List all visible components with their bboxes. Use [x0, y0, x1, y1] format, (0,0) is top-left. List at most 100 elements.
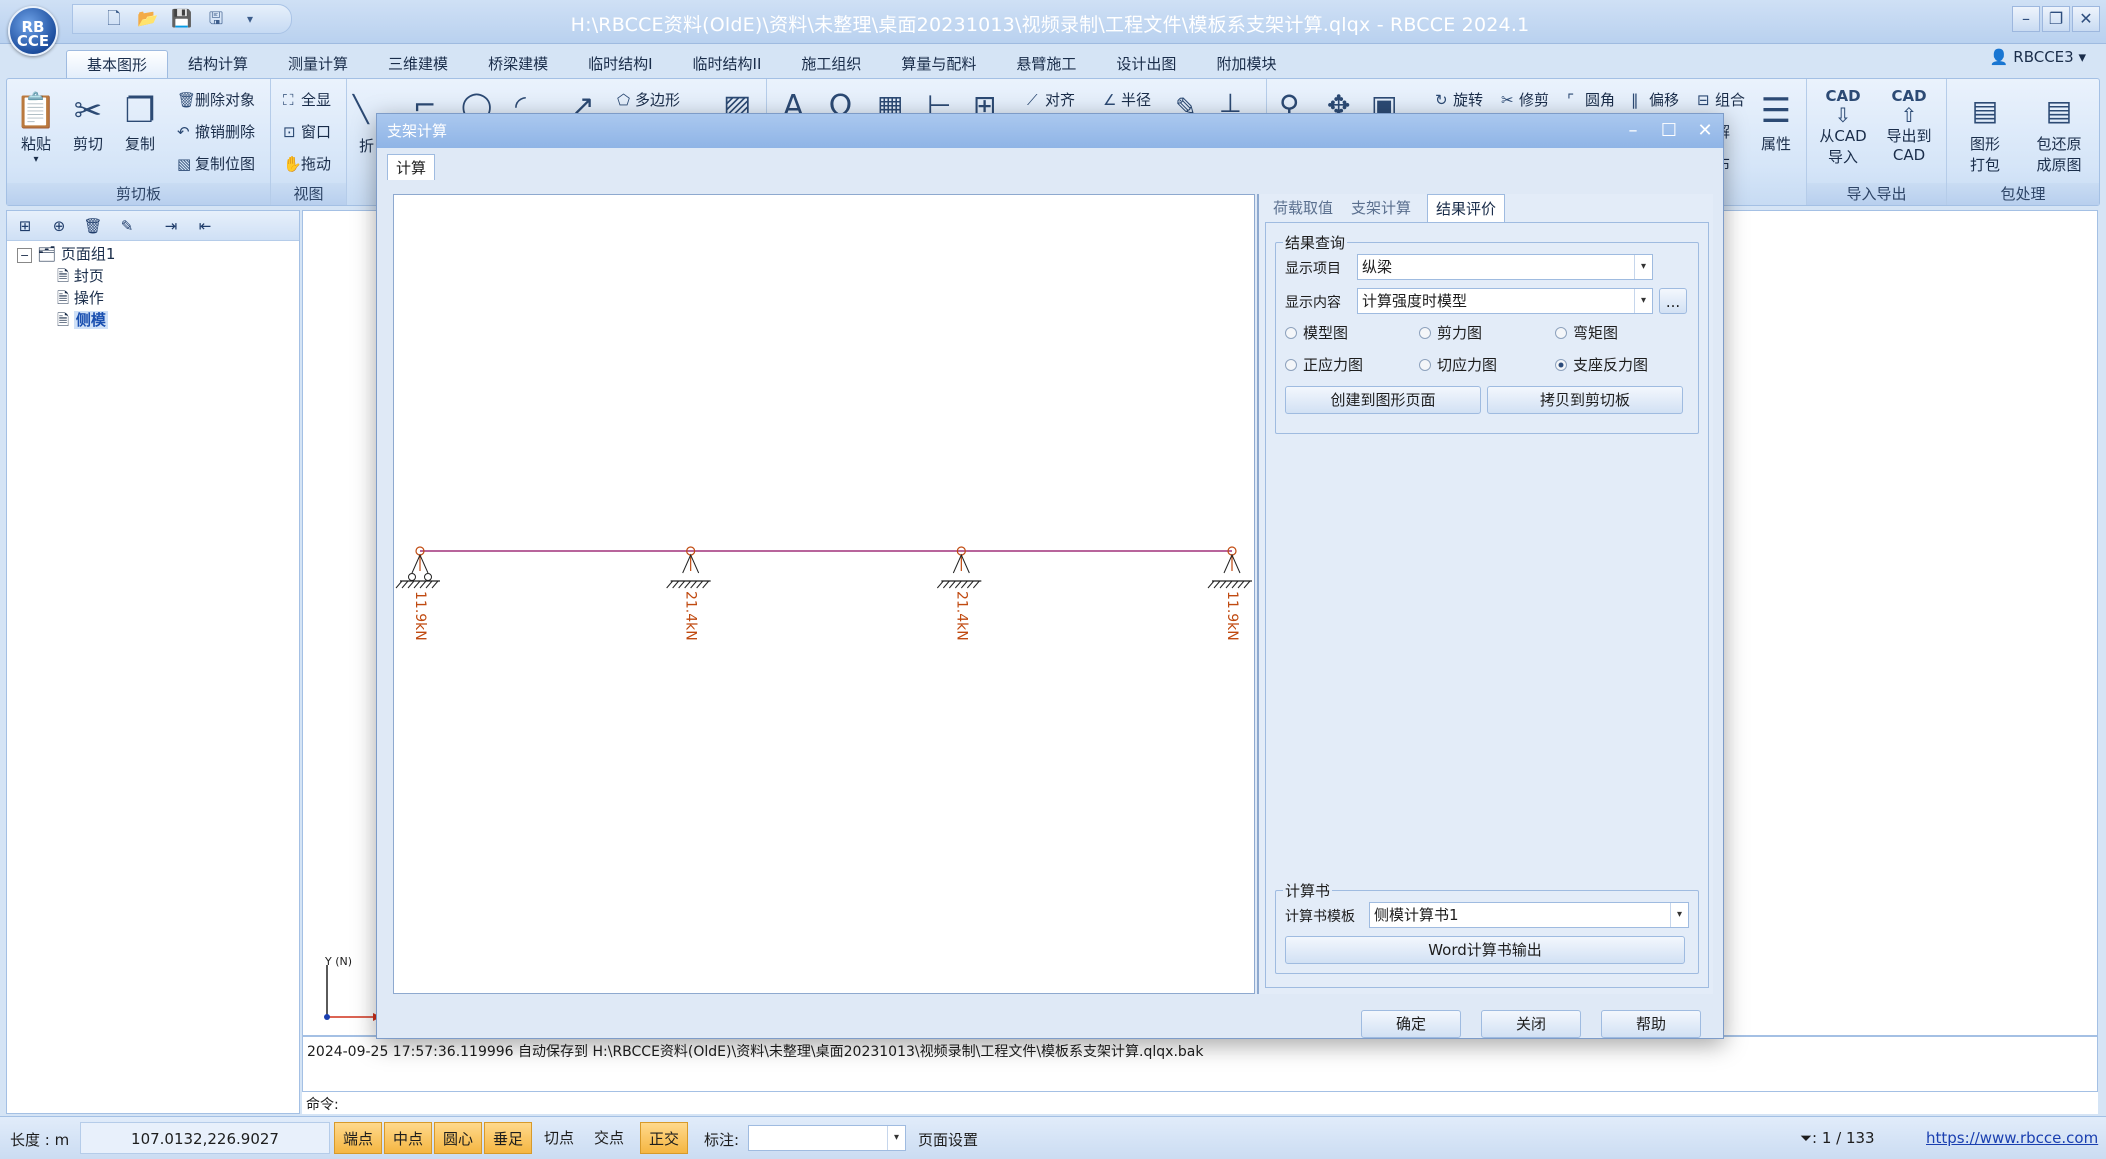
- delete-object-button[interactable]: 🗑删除对象: [177, 89, 255, 110]
- tab-addons[interactable]: 附加模块: [1196, 50, 1296, 78]
- zoom-window-button[interactable]: ⊡ 窗口: [283, 121, 331, 142]
- filter-icon: ⏷: [1800, 1129, 1813, 1147]
- radio-normal-stress[interactable]: 正应力图: [1285, 354, 1363, 375]
- tab-survey-calc[interactable]: 测量计算: [268, 50, 368, 78]
- snap-perpendicular[interactable]: 垂足: [484, 1122, 533, 1154]
- word-export-button[interactable]: Word计算书输出: [1285, 936, 1685, 964]
- tab-structure-calc[interactable]: 结构计算: [168, 50, 268, 78]
- tab-calculation[interactable]: 计算: [387, 154, 436, 180]
- align-button[interactable]: ⟋ 对齐: [1027, 89, 1075, 110]
- app-logo[interactable]: RB CCE: [8, 6, 58, 56]
- fillet-button[interactable]: ⌜ 圆角: [1567, 89, 1615, 110]
- close-button[interactable]: 关闭: [1481, 1010, 1581, 1038]
- rotate-button[interactable]: ↻ 旋转: [1435, 89, 1483, 110]
- zoom-full-button[interactable]: ⛶ 全显: [283, 89, 331, 110]
- paste-label: 粘贴: [20, 135, 51, 153]
- dialog-close-icon[interactable]: ✕: [1691, 118, 1719, 144]
- create-page-button[interactable]: 创建到图形页面: [1285, 386, 1481, 414]
- minimize-icon[interactable]: –: [2012, 6, 2040, 32]
- display-item-select[interactable]: 纵梁 ▾: [1357, 254, 1653, 280]
- command-line[interactable]: 命令:: [302, 1092, 2098, 1114]
- restore-package-button[interactable]: ▤ 包还原 成原图: [2023, 89, 2095, 175]
- undo-delete-button[interactable]: ↶ 撤销删除: [177, 121, 255, 142]
- properties-button[interactable]: ☰ 属性: [1751, 89, 1801, 154]
- result-canvas[interactable]: 11.9kN 21.4kN 21.4kN 11.9kN: [393, 194, 1255, 994]
- open-folder-icon[interactable]: 📂: [137, 8, 159, 30]
- new-file-icon[interactable]: 🗋: [103, 8, 125, 30]
- outdent-icon[interactable]: ⇤: [195, 216, 215, 236]
- trim-button[interactable]: ✂ 修剪: [1501, 89, 1549, 110]
- zoom-full-label: 全显: [301, 91, 332, 109]
- tree-item-side-form[interactable]: 🗎 侧模: [57, 309, 108, 335]
- ground-hatch: [672, 580, 680, 589]
- user-account[interactable]: 👤 RBCCE3 ▾: [1990, 48, 2086, 66]
- tab-construction-org[interactable]: 施工组织: [781, 50, 881, 78]
- tab-load-values[interactable]: 荷载取值: [1273, 194, 1333, 222]
- ok-button[interactable]: 确定: [1361, 1010, 1461, 1038]
- display-content-select[interactable]: 计算强度时模型 ▾: [1357, 288, 1653, 314]
- snap-endpoint[interactable]: 端点: [334, 1122, 383, 1154]
- ortho-toggle[interactable]: 正交: [640, 1122, 689, 1154]
- copy-button[interactable]: ❐ 复制: [117, 89, 163, 154]
- reaction-label: 21.4kN: [683, 591, 699, 641]
- dialog-maximize-icon[interactable]: ☐: [1655, 118, 1683, 144]
- tab-quantity[interactable]: 算量与配料: [881, 50, 996, 78]
- paste-button[interactable]: 📋 粘贴 ▾: [13, 89, 59, 165]
- radio-model[interactable]: 模型图: [1285, 322, 1348, 343]
- radio-shear[interactable]: 剪力图: [1419, 322, 1482, 343]
- import-from-cad-button[interactable]: CAD ⇩ 从CAD 导入: [1811, 87, 1875, 167]
- polygon-button[interactable]: ⬠ 多边形: [617, 89, 680, 110]
- group-label: 组合: [1715, 91, 1746, 109]
- copy-bitmap-button[interactable]: ▧ 复制位图: [177, 153, 255, 174]
- save-icon[interactable]: 💾: [171, 8, 193, 30]
- tab-bridge-model[interactable]: 桥梁建模: [468, 50, 568, 78]
- tab-3d-model[interactable]: 三维建模: [368, 50, 468, 78]
- radio-shear-stress[interactable]: 切应力图: [1419, 354, 1497, 375]
- rename-icon[interactable]: ✎: [117, 216, 137, 236]
- pan-button[interactable]: ✋拖动: [283, 153, 331, 174]
- template-select[interactable]: 侧模计算书1 ▾: [1369, 902, 1689, 928]
- mark-select[interactable]: ▾: [748, 1125, 906, 1151]
- add-page-icon[interactable]: ⊞: [15, 216, 35, 236]
- tree-root[interactable]: − 🗂 页面组1: [17, 243, 115, 264]
- collapse-icon[interactable]: −: [17, 248, 33, 263]
- save-as-icon[interactable]: 🖫: [205, 8, 227, 30]
- export-to-cad-button[interactable]: CAD ⇧ 导出到 CAD: [1877, 87, 1941, 164]
- tab-design-drawing[interactable]: 设计出图: [1096, 50, 1196, 78]
- snap-midpoint[interactable]: 中点: [384, 1122, 433, 1154]
- tab-temp-structure-1[interactable]: 临时结构I: [568, 50, 672, 78]
- radio-support-reaction[interactable]: 支座反力图: [1555, 354, 1648, 375]
- pack-graphics-button[interactable]: ▤ 图形 打包: [1951, 89, 2019, 175]
- ground-hatch: [401, 580, 409, 589]
- dialog-minimize-icon[interactable]: –: [1619, 118, 1647, 144]
- qat-dropdown-icon[interactable]: ▾: [239, 8, 261, 30]
- radio-moment[interactable]: 弯矩图: [1555, 322, 1618, 343]
- snap-intersection[interactable]: 交点: [586, 1122, 632, 1154]
- more-button[interactable]: ...: [1659, 288, 1687, 314]
- cut-button[interactable]: ✂ 剪切: [65, 89, 111, 154]
- offset-button[interactable]: ‖ 偏移: [1631, 89, 1679, 110]
- snap-center[interactable]: 圆心: [434, 1122, 483, 1154]
- tab-bracket-calc[interactable]: 支架计算: [1351, 194, 1411, 222]
- radio-label: 剪力图: [1437, 324, 1483, 342]
- maximize-icon[interactable]: ❐: [2042, 6, 2070, 32]
- help-button[interactable]: 帮助: [1601, 1010, 1701, 1038]
- website-link[interactable]: https://www.rbcce.com: [1926, 1129, 2098, 1147]
- radius-button[interactable]: ∠ 半径: [1103, 89, 1151, 110]
- ground-hatch: [966, 580, 974, 589]
- close-icon[interactable]: ✕: [2072, 6, 2100, 32]
- delete-page-icon[interactable]: 🗑: [83, 216, 103, 236]
- add-group-icon[interactable]: ⊕: [49, 216, 69, 236]
- bracket-calc-dialog: 支架计算 – ☐ ✕ 计算 11.9kN 21.4kN 21.4kN 11.9kN 荷…: [376, 113, 1724, 1039]
- tab-temp-structure-2[interactable]: 临时结构II: [673, 50, 782, 78]
- page-setup-link[interactable]: 页面设置: [918, 1129, 978, 1150]
- snap-tangent[interactable]: 切点: [536, 1122, 582, 1154]
- copy-clipboard-button[interactable]: 拷贝到剪切板: [1487, 386, 1683, 414]
- fold-line-button[interactable]: 折: [359, 135, 374, 156]
- tab-basic-graphics[interactable]: 基本图形: [66, 50, 169, 78]
- tab-result-evaluation[interactable]: 结果评价: [1427, 194, 1506, 222]
- tab-cantilever[interactable]: 悬臂施工: [996, 50, 1096, 78]
- indent-icon[interactable]: ⇥: [161, 216, 181, 236]
- group-button[interactable]: ⊟ 组合: [1697, 89, 1745, 110]
- line-icon[interactable]: ╲: [353, 95, 369, 125]
